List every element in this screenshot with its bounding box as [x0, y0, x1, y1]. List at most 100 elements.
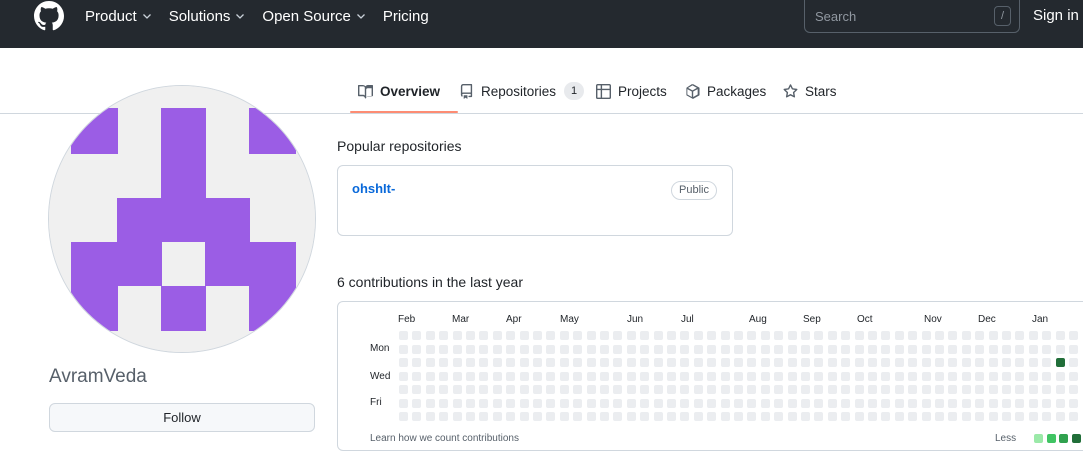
contribution-day-cell[interactable]	[814, 398, 824, 408]
contribution-day-cell[interactable]	[1069, 358, 1078, 367]
search-box[interactable]: /	[804, 0, 1020, 33]
contribution-day-cell[interactable]	[801, 385, 810, 394]
contribution-day-cell[interactable]	[814, 412, 824, 421]
contribution-day-cell[interactable]	[948, 371, 958, 381]
contribution-day-cell[interactable]	[506, 344, 516, 354]
contribution-day-cell[interactable]	[452, 331, 462, 340]
contribution-day-cell[interactable]	[412, 358, 422, 367]
contribution-day-cell[interactable]	[988, 344, 998, 354]
contribution-day-cell[interactable]	[600, 331, 609, 340]
contribution-day-cell[interactable]	[425, 344, 435, 354]
contribution-day-cell[interactable]	[573, 412, 583, 421]
contribution-day-cell[interactable]	[868, 398, 877, 408]
contribution-day-cell[interactable]	[747, 385, 757, 394]
tab-stars[interactable]: Stars	[783, 80, 837, 102]
contribution-day-cell[interactable]	[908, 358, 918, 367]
contribution-day-cell[interactable]	[519, 398, 529, 408]
contribution-day-cell[interactable]	[506, 331, 516, 340]
contribution-day-cell[interactable]	[680, 344, 690, 354]
contribution-day-cell[interactable]	[492, 371, 502, 381]
contribution-day-cell[interactable]	[787, 371, 797, 381]
contribution-day-cell[interactable]	[935, 385, 944, 394]
contribution-day-cell[interactable]	[1069, 331, 1078, 340]
contribution-day-cell[interactable]	[653, 398, 663, 408]
contribution-day-cell[interactable]	[774, 398, 784, 408]
contribution-day-cell[interactable]	[774, 344, 784, 354]
contribution-day-cell[interactable]	[533, 358, 542, 367]
contribution-day-cell[interactable]	[961, 358, 971, 367]
contribution-day-cell[interactable]	[667, 398, 676, 408]
contribution-day-cell[interactable]	[707, 412, 717, 421]
contribution-day-cell[interactable]	[1002, 398, 1011, 408]
search-input[interactable]	[815, 6, 985, 26]
contribution-day-cell[interactable]	[921, 331, 931, 340]
contribution-day-cell[interactable]	[519, 344, 529, 354]
contribution-day-cell[interactable]	[921, 385, 931, 394]
contribution-day-cell[interactable]	[1055, 344, 1065, 354]
contribution-day-cell[interactable]	[452, 371, 462, 381]
contribution-day-cell[interactable]	[640, 371, 650, 381]
contribution-day-cell[interactable]	[613, 358, 623, 367]
contribution-day-cell[interactable]	[747, 398, 757, 408]
contribution-day-cell[interactable]	[935, 358, 944, 367]
contribution-day-cell[interactable]	[519, 331, 529, 340]
contribution-day-cell[interactable]	[533, 385, 542, 394]
contribution-day-cell[interactable]	[988, 412, 998, 421]
contribution-day-cell[interactable]	[1028, 358, 1038, 367]
contribution-day-cell[interactable]	[1002, 344, 1011, 354]
contribution-day-cell[interactable]	[1002, 358, 1011, 367]
contribution-day-cell[interactable]	[680, 358, 690, 367]
contribution-day-cell[interactable]	[948, 385, 958, 394]
contribution-day-cell[interactable]	[479, 385, 489, 394]
contribution-day-cell[interactable]	[533, 412, 542, 421]
contribution-day-cell[interactable]	[881, 385, 891, 394]
contribution-day-cell[interactable]	[774, 385, 784, 394]
contribution-day-cell[interactable]	[466, 358, 475, 367]
contribution-day-cell[interactable]	[412, 344, 422, 354]
contribution-day-cell[interactable]	[921, 412, 931, 421]
contribution-day-cell[interactable]	[452, 385, 462, 394]
contribution-day-cell[interactable]	[760, 344, 770, 354]
contribution-day-cell[interactable]	[693, 358, 703, 367]
contribution-day-cell[interactable]	[613, 331, 623, 340]
sign-in-link[interactable]: Sign in	[1033, 7, 1079, 24]
contribution-day-cell[interactable]	[546, 331, 556, 340]
contribution-day-cell[interactable]	[720, 398, 730, 408]
contribution-day-cell[interactable]	[452, 344, 462, 354]
contribution-day-cell[interactable]	[801, 331, 810, 340]
tab-projects[interactable]: Projects	[596, 80, 667, 102]
contribution-day-cell[interactable]	[586, 371, 596, 381]
contribution-day-cell[interactable]	[760, 331, 770, 340]
contribution-day-cell[interactable]	[854, 385, 864, 394]
contribution-day-cell[interactable]	[492, 344, 502, 354]
nav-pricing[interactable]: Pricing	[383, 8, 429, 25]
github-octocat-icon[interactable]	[34, 1, 64, 31]
contribution-day-cell[interactable]	[573, 331, 583, 340]
contribution-day-cell[interactable]	[975, 344, 985, 354]
contribution-day-cell[interactable]	[1015, 385, 1025, 394]
contribution-day-cell[interactable]	[479, 398, 489, 408]
contribution-day-cell[interactable]	[439, 398, 449, 408]
contribution-day-cell[interactable]	[841, 412, 851, 421]
contribution-day-cell[interactable]	[533, 331, 542, 340]
contribution-day-cell[interactable]	[1002, 331, 1011, 340]
contribution-day-cell[interactable]	[653, 344, 663, 354]
contribution-day-cell[interactable]	[492, 398, 502, 408]
contribution-day-cell[interactable]	[492, 358, 502, 367]
contribution-day-cell[interactable]	[988, 398, 998, 408]
contribution-day-cell[interactable]	[760, 371, 770, 381]
contribution-day-cell[interactable]	[533, 344, 542, 354]
contribution-day-cell[interactable]	[827, 398, 837, 408]
contribution-day-cell[interactable]	[707, 358, 717, 367]
contribution-day-cell[interactable]	[908, 385, 918, 394]
contribution-day-cell[interactable]	[814, 385, 824, 394]
contribution-day-cell[interactable]	[921, 398, 931, 408]
contribution-day-cell[interactable]	[1028, 344, 1038, 354]
contribution-day-cell[interactable]	[801, 344, 810, 354]
contribution-day-cell[interactable]	[734, 385, 743, 394]
contribution-day-cell[interactable]	[841, 358, 851, 367]
contribution-day-cell[interactable]	[1015, 331, 1025, 340]
contribution-day-cell[interactable]	[412, 385, 422, 394]
contribution-day-cell[interactable]	[626, 398, 636, 408]
contribution-day-cell[interactable]	[640, 344, 650, 354]
